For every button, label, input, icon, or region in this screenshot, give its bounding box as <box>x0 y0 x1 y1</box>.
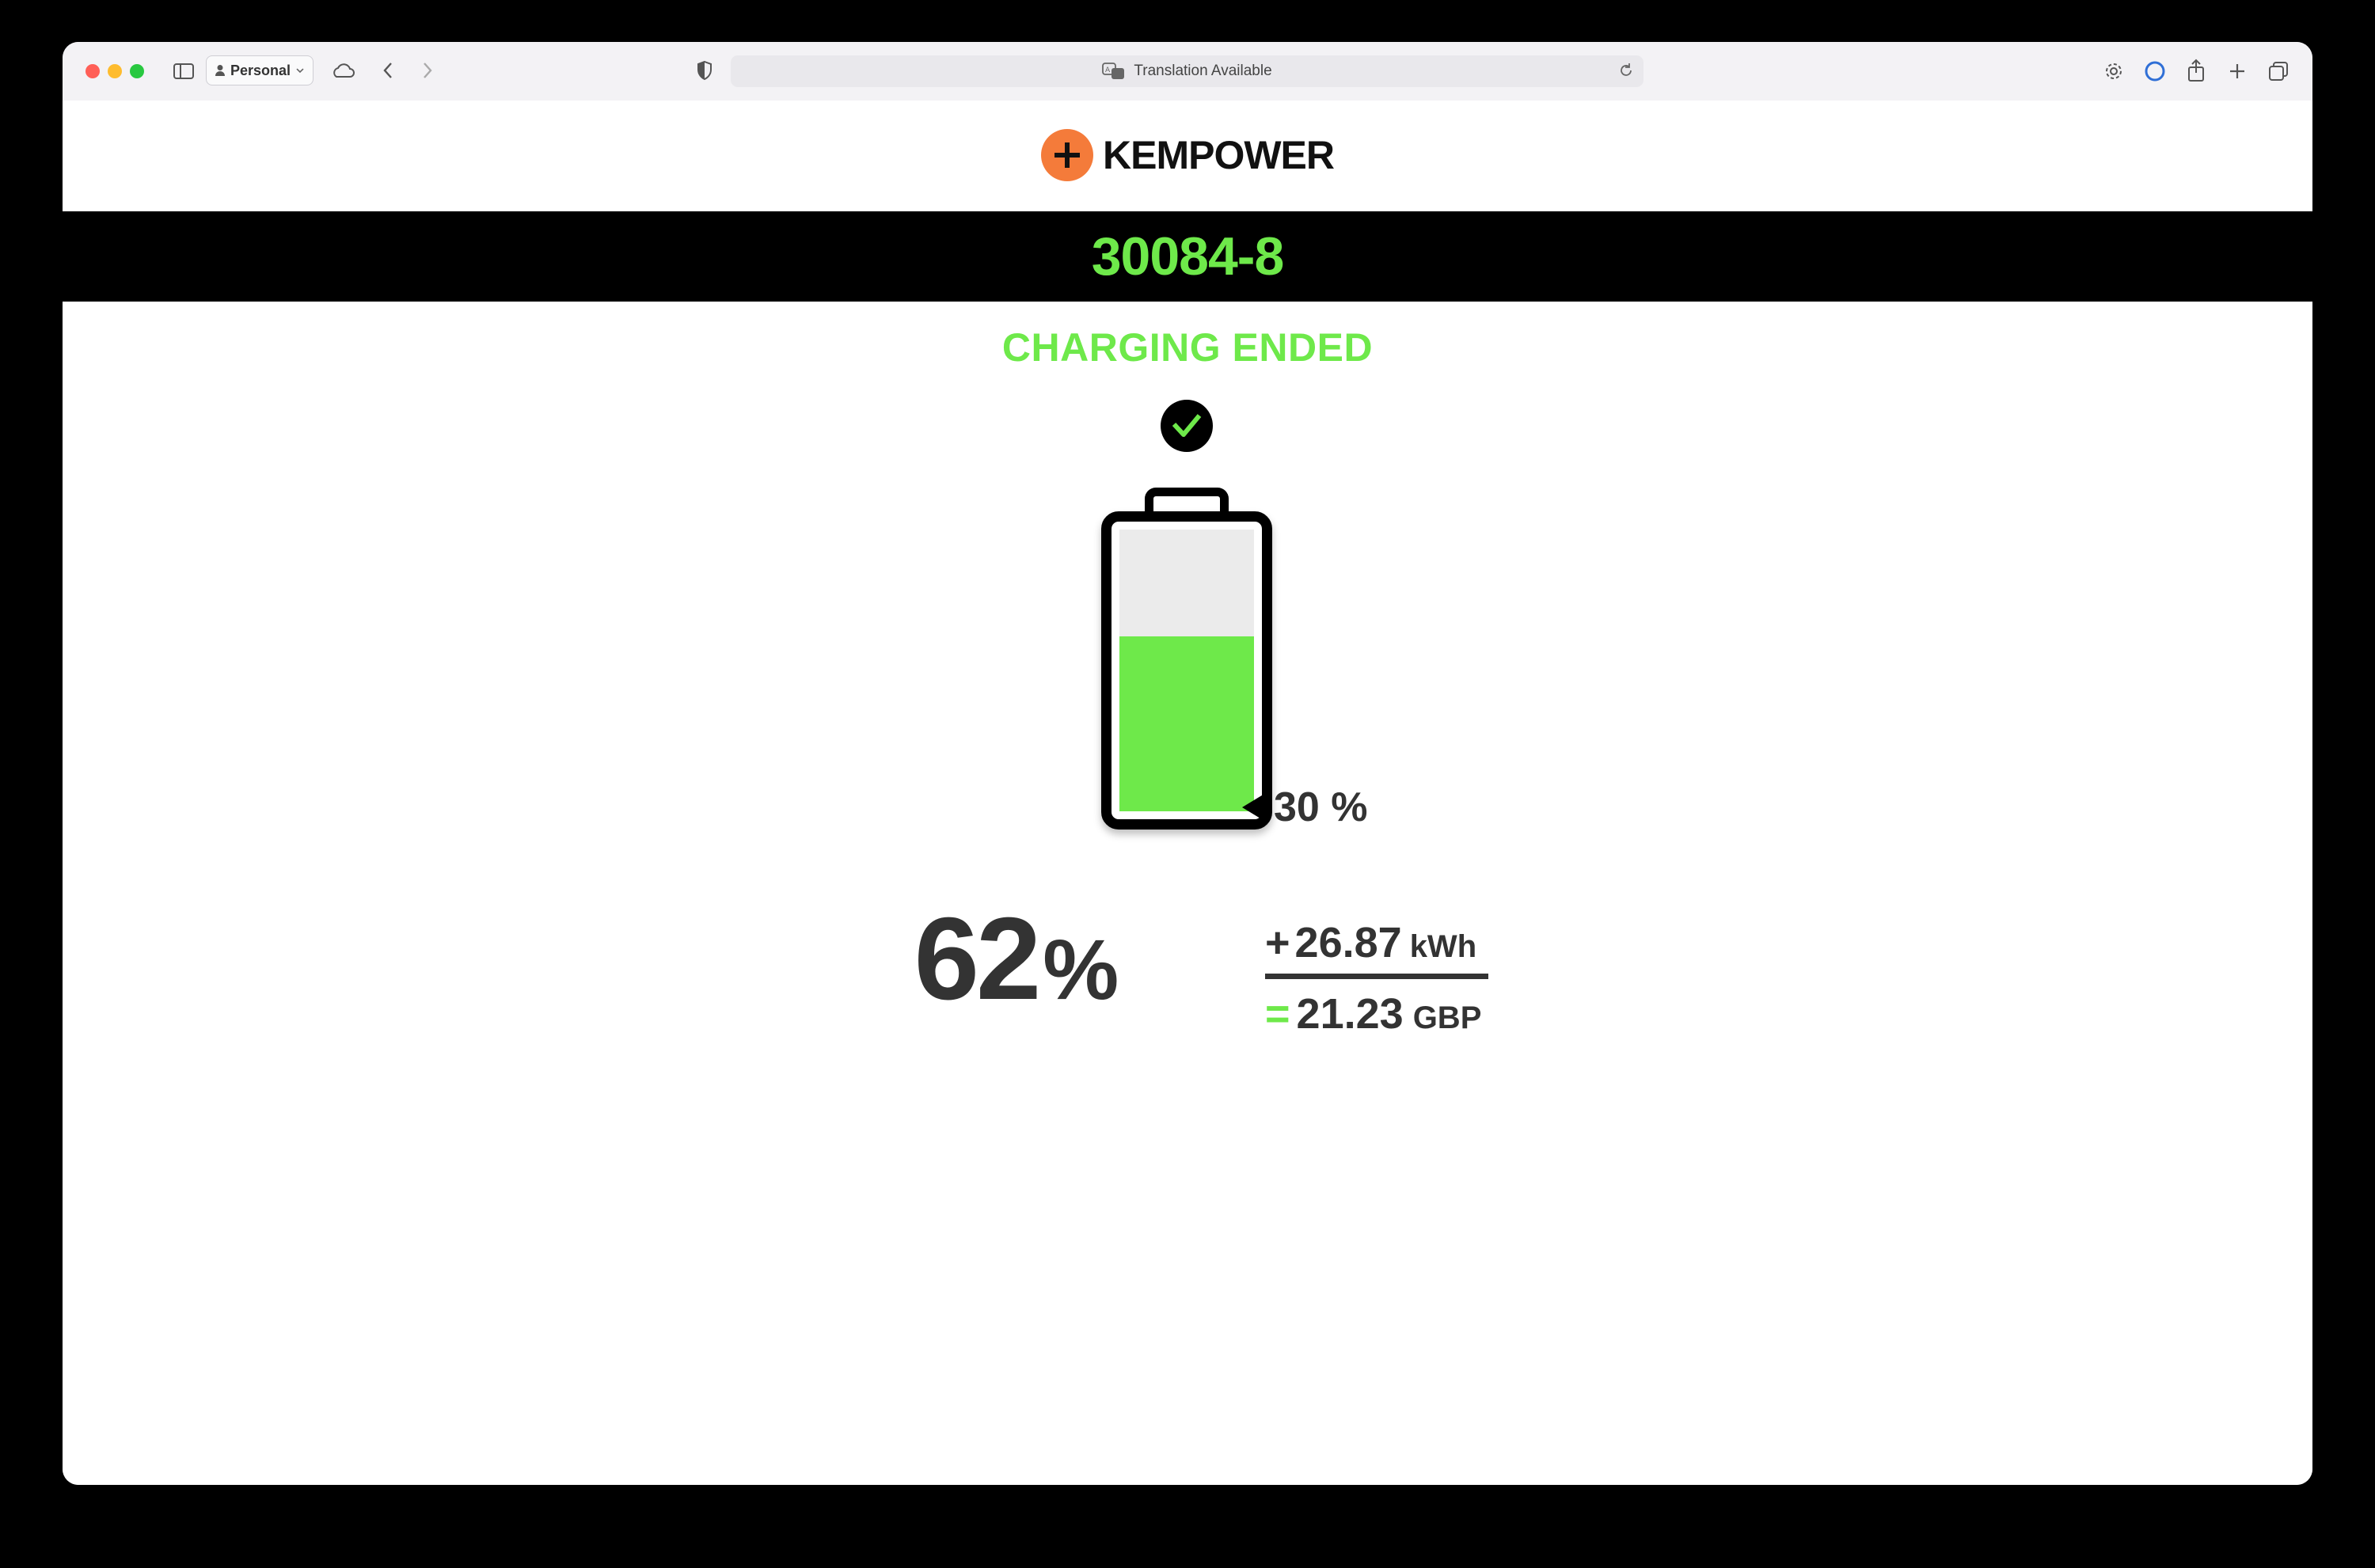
share-button[interactable] <box>2183 56 2210 85</box>
start-soc-unit: % <box>1331 784 1368 830</box>
battery-level-fill <box>1119 636 1254 811</box>
address-bar[interactable]: A Translation Available <box>731 55 1644 87</box>
address-text: Translation Available <box>1134 63 1272 79</box>
cost-unit: GBP <box>1412 1000 1482 1035</box>
soc-value: 62 <box>914 894 1042 1024</box>
battery-icon <box>1101 488 1272 830</box>
charger-id: 30084-8 <box>1091 226 1285 287</box>
new-tab-button[interactable] <box>2224 58 2251 85</box>
state-of-charge: 62 % <box>886 892 1147 1027</box>
extension-icon <box>2145 61 2165 82</box>
minimize-window-button[interactable] <box>108 64 122 78</box>
battery-inner <box>1119 530 1254 811</box>
back-button[interactable] <box>376 58 400 83</box>
browser-window: Personal A Translation Available KEMPOWE… <box>63 42 2312 1485</box>
session-cost: = 21.23 GBP <box>1265 989 1488 1038</box>
back-icon <box>383 63 392 78</box>
profile-button[interactable]: Personal <box>206 55 314 85</box>
forward-icon <box>424 63 432 78</box>
zoom-window-button[interactable] <box>130 64 144 78</box>
reload-icon <box>1621 63 1632 76</box>
shield-icon <box>697 60 712 81</box>
cost-value: 21.23 <box>1296 990 1404 1038</box>
battery-body <box>1101 511 1272 830</box>
energy-value: 26.87 <box>1294 919 1402 966</box>
plus-icon <box>2230 64 2244 78</box>
tabs-icon <box>2269 62 2288 81</box>
person-icon <box>215 65 225 76</box>
privacy-report-button[interactable] <box>693 58 716 83</box>
charger-id-bar: 30084-8 <box>63 211 2312 302</box>
brand-logo: KEMPOWER <box>63 129 2312 181</box>
gear-icon <box>2106 63 2122 79</box>
tab-overview-button[interactable] <box>2265 58 2292 85</box>
forward-button[interactable] <box>416 58 439 83</box>
close-window-button[interactable] <box>86 64 100 78</box>
energy-delivered: + 26.87 kWh <box>1265 918 1488 979</box>
sidebar-toggle-button[interactable] <box>172 59 196 83</box>
browser-toolbar: Personal A Translation Available <box>63 42 2312 101</box>
share-icon <box>2188 59 2204 82</box>
page-content: KEMPOWER 30084-8 CHARGING ENDED 30 % 62 … <box>63 101 2312 1485</box>
cloud-tabs-button[interactable] <box>329 58 357 83</box>
cloud-icon <box>333 63 355 78</box>
profile-label: Personal <box>230 62 291 78</box>
sidebar-icon <box>173 63 194 79</box>
energy-unit: kWh <box>1409 929 1477 964</box>
brand-name: KEMPOWER <box>1103 133 1335 177</box>
plus-logo-icon <box>1041 129 1093 181</box>
cost-sign: = <box>1265 990 1290 1038</box>
translate-icon: A <box>1102 63 1125 79</box>
soc-unit: % <box>1043 921 1119 1017</box>
energy-sign: + <box>1265 919 1290 966</box>
start-soc-label: 30 % <box>1274 784 1368 831</box>
start-soc-value: 30 <box>1274 784 1320 830</box>
settings-button[interactable] <box>2100 58 2127 85</box>
chevron-down-icon <box>296 68 304 74</box>
charging-status: CHARGING ENDED <box>1001 325 1374 370</box>
svg-text:A: A <box>1105 66 1111 74</box>
triangle-left-icon <box>1242 794 1264 821</box>
start-soc-marker: 30 % <box>1242 784 1368 831</box>
reload-button[interactable] <box>1618 63 1634 83</box>
extension-button[interactable] <box>2141 58 2168 85</box>
check-icon <box>1161 400 1213 452</box>
